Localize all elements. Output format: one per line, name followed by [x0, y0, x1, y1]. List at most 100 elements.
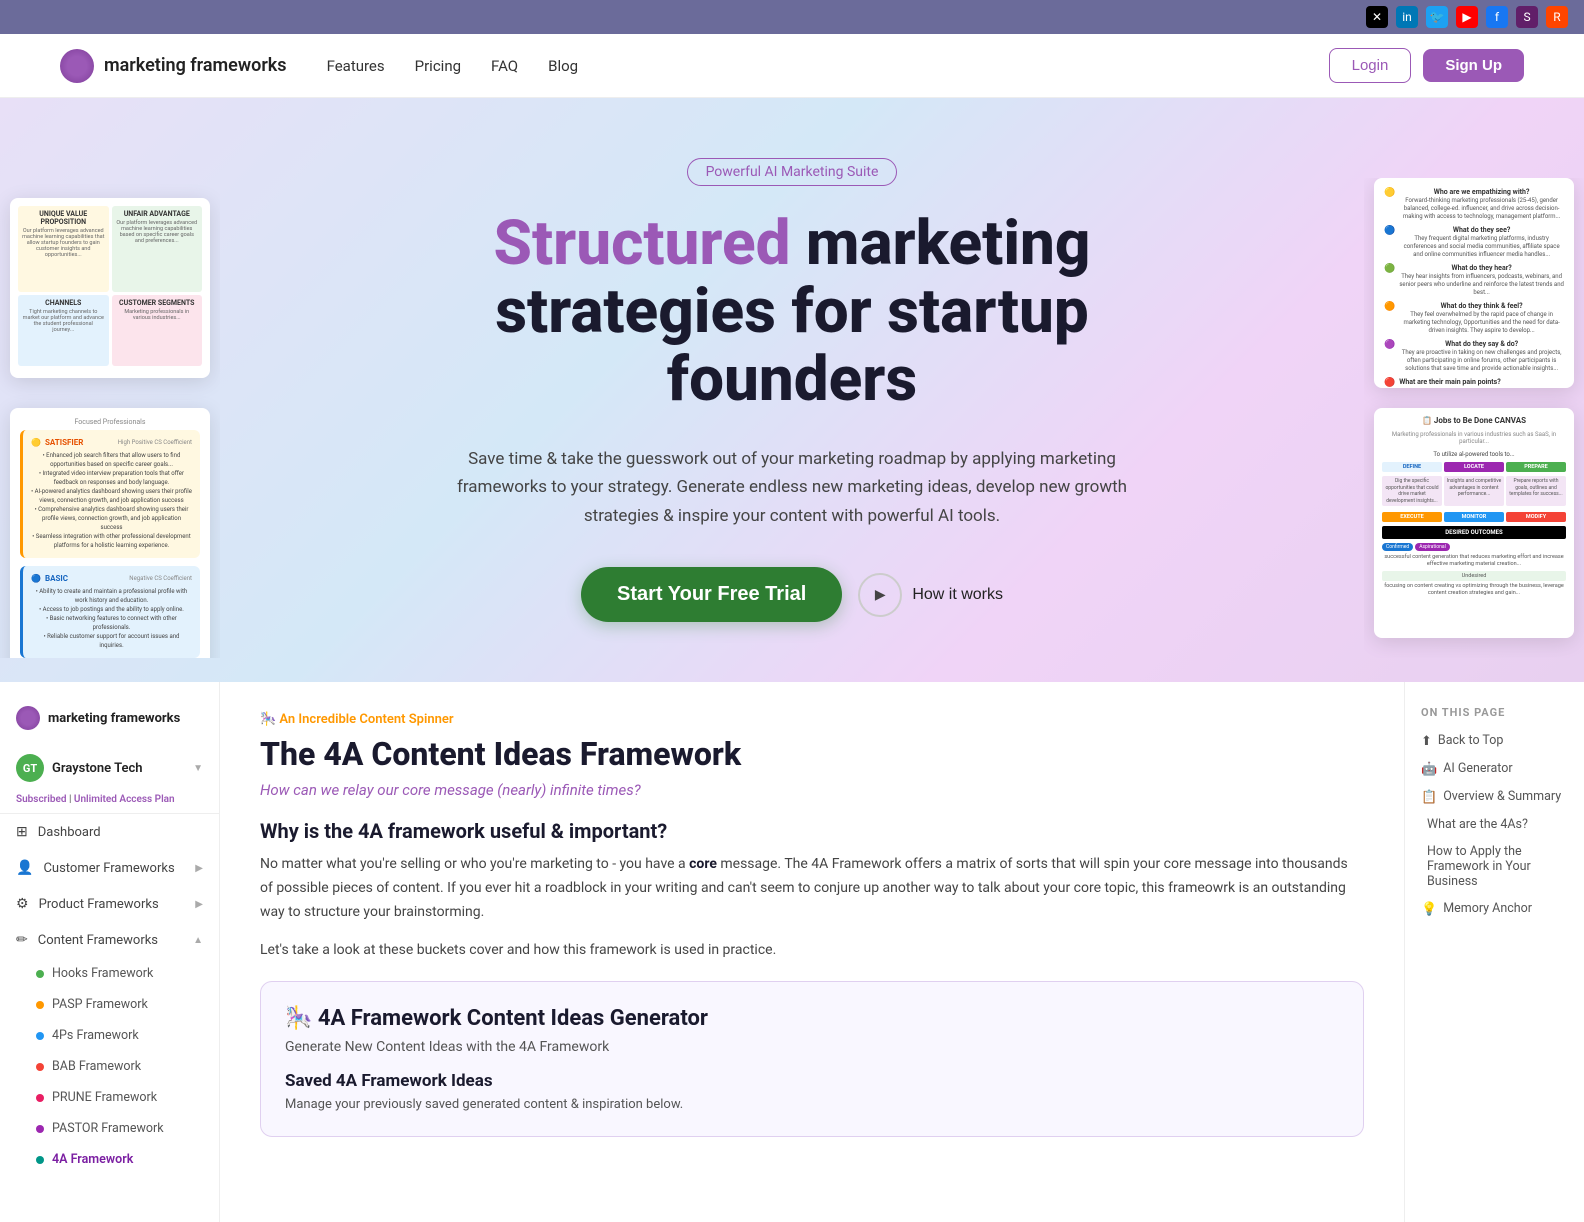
sidebar-sub-prune[interactable]: PRUNE Framework: [36, 1082, 219, 1113]
facebook-icon[interactable]: f: [1486, 6, 1508, 28]
generator-card: 🎠 4A Framework Content Ideas Generator G…: [260, 981, 1364, 1137]
youtube-icon[interactable]: ▶: [1456, 6, 1478, 28]
badge-subscribed: Subscribed: [16, 794, 67, 805]
saved-title: Saved 4A Framework Ideas: [285, 1071, 1339, 1091]
back-top-icon: ⬆: [1421, 734, 1432, 749]
sidebar-sub-pasp[interactable]: PASP Framework: [36, 989, 219, 1020]
play-icon: ▶: [858, 573, 902, 617]
toc-back-top-label: Back to Top: [1438, 733, 1504, 748]
section1-title: Why is the 4A framework useful & importa…: [260, 819, 1364, 843]
sidebar-sub-pastor[interactable]: PASTOR Framework: [36, 1113, 219, 1144]
linkedin-icon[interactable]: in: [1396, 6, 1418, 28]
content-title: The 4A Content Ideas Framework: [260, 735, 1364, 773]
navbar: marketing frameworks Features Pricing FA…: [0, 34, 1584, 98]
nav-links: Features Pricing FAQ Blog: [327, 57, 1329, 75]
gen-title: 🎠 4A Framework Content Ideas Generator: [285, 1006, 1339, 1031]
sidebar-item-dashboard[interactable]: ⊞ Dashboard: [0, 814, 219, 850]
sidebar-sub-4a[interactable]: 4A Framework: [36, 1144, 219, 1175]
logo[interactable]: marketing frameworks: [60, 49, 287, 83]
hero-content: Powerful AI Marketing Suite Structured m…: [452, 158, 1132, 622]
sidebar-user[interactable]: GT Graystone Tech ▼: [0, 746, 219, 790]
signup-button[interactable]: Sign Up: [1423, 49, 1524, 82]
gen-desc: Generate New Content Ideas with the 4A F…: [285, 1039, 1339, 1055]
product-arrow-icon: ▶: [195, 899, 203, 910]
ai-generator-icon: 🤖: [1421, 762, 1437, 777]
toc-header: ON THIS PAGE: [1421, 706, 1568, 719]
how-label: How it works: [912, 586, 1003, 604]
hero-subtitle: Save time & take the guesswork out of yo…: [452, 445, 1132, 532]
content-body1: No matter what you're selling or who you…: [260, 853, 1364, 924]
hero-right-cards: 🟡 Who are we empathizing with? Forward-t…: [1364, 178, 1584, 658]
pastor-dot: [36, 1125, 44, 1133]
toc-how-apply[interactable]: How to Apply the Framework in Your Busin…: [1421, 844, 1568, 889]
twitter-icon[interactable]: 🐦: [1426, 6, 1448, 28]
reddit-icon[interactable]: R: [1546, 6, 1568, 28]
hero-card-right-1: 🟡 Who are we empathizing with? Forward-t…: [1374, 178, 1574, 388]
login-button[interactable]: Login: [1329, 48, 1412, 83]
overview-icon: 📋: [1421, 790, 1437, 805]
nav-features[interactable]: Features: [327, 57, 385, 75]
gen-emoji: 🎠: [285, 1006, 318, 1031]
sidebar-logo-text: marketing frameworks: [48, 711, 180, 726]
sidebar-badge: Subscribed | Unlimited Access Plan: [0, 790, 219, 814]
sidebar-sub-hooks[interactable]: Hooks Framework: [36, 958, 219, 989]
nav-faq[interactable]: FAQ: [491, 57, 518, 75]
toc-how-apply-label: How to Apply the Framework in Your Busin…: [1427, 844, 1568, 889]
sidebar: marketing frameworks GT Graystone Tech ▼…: [0, 682, 220, 1222]
toc-memory-anchor[interactable]: 💡 Memory Anchor: [1421, 901, 1568, 917]
hero-title: Structured marketingstrategies for start…: [452, 210, 1132, 415]
trial-button[interactable]: Start Your Free Trial: [581, 567, 842, 622]
user-avatar: GT: [16, 754, 44, 782]
hooks-dot: [36, 970, 44, 978]
toc-overview[interactable]: 📋 Overview & Summary: [1421, 789, 1568, 805]
toc-what-4as[interactable]: What are the 4As?: [1421, 817, 1568, 832]
main-content: 🎠 An Incredible Content Spinner The 4A C…: [220, 682, 1404, 1222]
content-note: Let's take a look at these buckets cover…: [260, 939, 1364, 961]
slack-icon[interactable]: S: [1516, 6, 1538, 28]
sidebar-product-label: Product Frameworks: [39, 897, 159, 912]
bab-dot: [36, 1063, 44, 1071]
sidebar-dashboard-label: Dashboard: [38, 825, 101, 840]
toc-overview-label: Overview & Summary: [1443, 789, 1561, 804]
sidebar-sub-4ps[interactable]: 4Ps Framework: [36, 1020, 219, 1051]
sidebar-logo-icon: [16, 706, 40, 730]
4ps-label: 4Ps Framework: [52, 1028, 139, 1043]
sidebar-logo: marketing frameworks: [0, 698, 219, 746]
x-icon[interactable]: ✕: [1366, 6, 1388, 28]
nav-blog[interactable]: Blog: [548, 57, 578, 75]
bab-label: BAB Framework: [52, 1059, 141, 1074]
toc-what-4as-label: What are the 4As?: [1427, 817, 1528, 832]
content-icon: ✏: [16, 932, 28, 948]
nav-pricing[interactable]: Pricing: [415, 57, 461, 75]
4a-dot: [36, 1156, 44, 1164]
customer-arrow-icon: ▶: [195, 863, 203, 874]
customer-icon: 👤: [16, 860, 33, 876]
pastor-label: PASTOR Framework: [52, 1121, 164, 1136]
content-question: How can we relay our core message (nearl…: [260, 781, 1364, 799]
memory-anchor-icon: 💡: [1421, 902, 1437, 917]
hooks-label: Hooks Framework: [52, 966, 153, 981]
toc-ai-generator[interactable]: 🤖 AI Generator: [1421, 761, 1568, 777]
hero-card-left-2: Focused Professionals 🟡 SATISFIER High P…: [10, 408, 210, 658]
sidebar-item-customer[interactable]: 👤 Customer Frameworks ▶: [0, 850, 219, 886]
badge-plan: Unlimited Access Plan: [74, 794, 175, 805]
how-it-works-button[interactable]: ▶ How it works: [858, 573, 1003, 617]
sidebar-item-product[interactable]: ⚙ Product Frameworks ▶: [0, 886, 219, 922]
prune-dot: [36, 1094, 44, 1102]
user-initials: GT: [23, 762, 37, 775]
hero-left-cards: UNIQUE VALUE PROPOSITION Our platform le…: [0, 178, 220, 658]
hero-title-highlight: Structured: [494, 207, 791, 280]
logo-icon: [60, 49, 94, 83]
toc-back-top[interactable]: ⬆ Back to Top: [1421, 733, 1568, 749]
sidebar-sub-items: Hooks Framework PASP Framework 4Ps Frame…: [0, 958, 219, 1175]
user-name: Graystone Tech: [52, 761, 143, 776]
pasp-dot: [36, 1001, 44, 1009]
sidebar-sub-bab[interactable]: BAB Framework: [36, 1051, 219, 1082]
hero-actions: Start Your Free Trial ▶ How it works: [452, 567, 1132, 622]
user-chevron-icon: ▼: [193, 763, 203, 774]
sidebar-item-content[interactable]: ✏ Content Frameworks ▲: [0, 922, 219, 958]
bottom-section: marketing frameworks GT Graystone Tech ▼…: [0, 682, 1584, 1222]
pasp-label: PASP Framework: [52, 997, 148, 1012]
toc-ai-label: AI Generator: [1443, 761, 1512, 776]
social-bar: ✕ in 🐦 ▶ f S R: [0, 0, 1584, 34]
